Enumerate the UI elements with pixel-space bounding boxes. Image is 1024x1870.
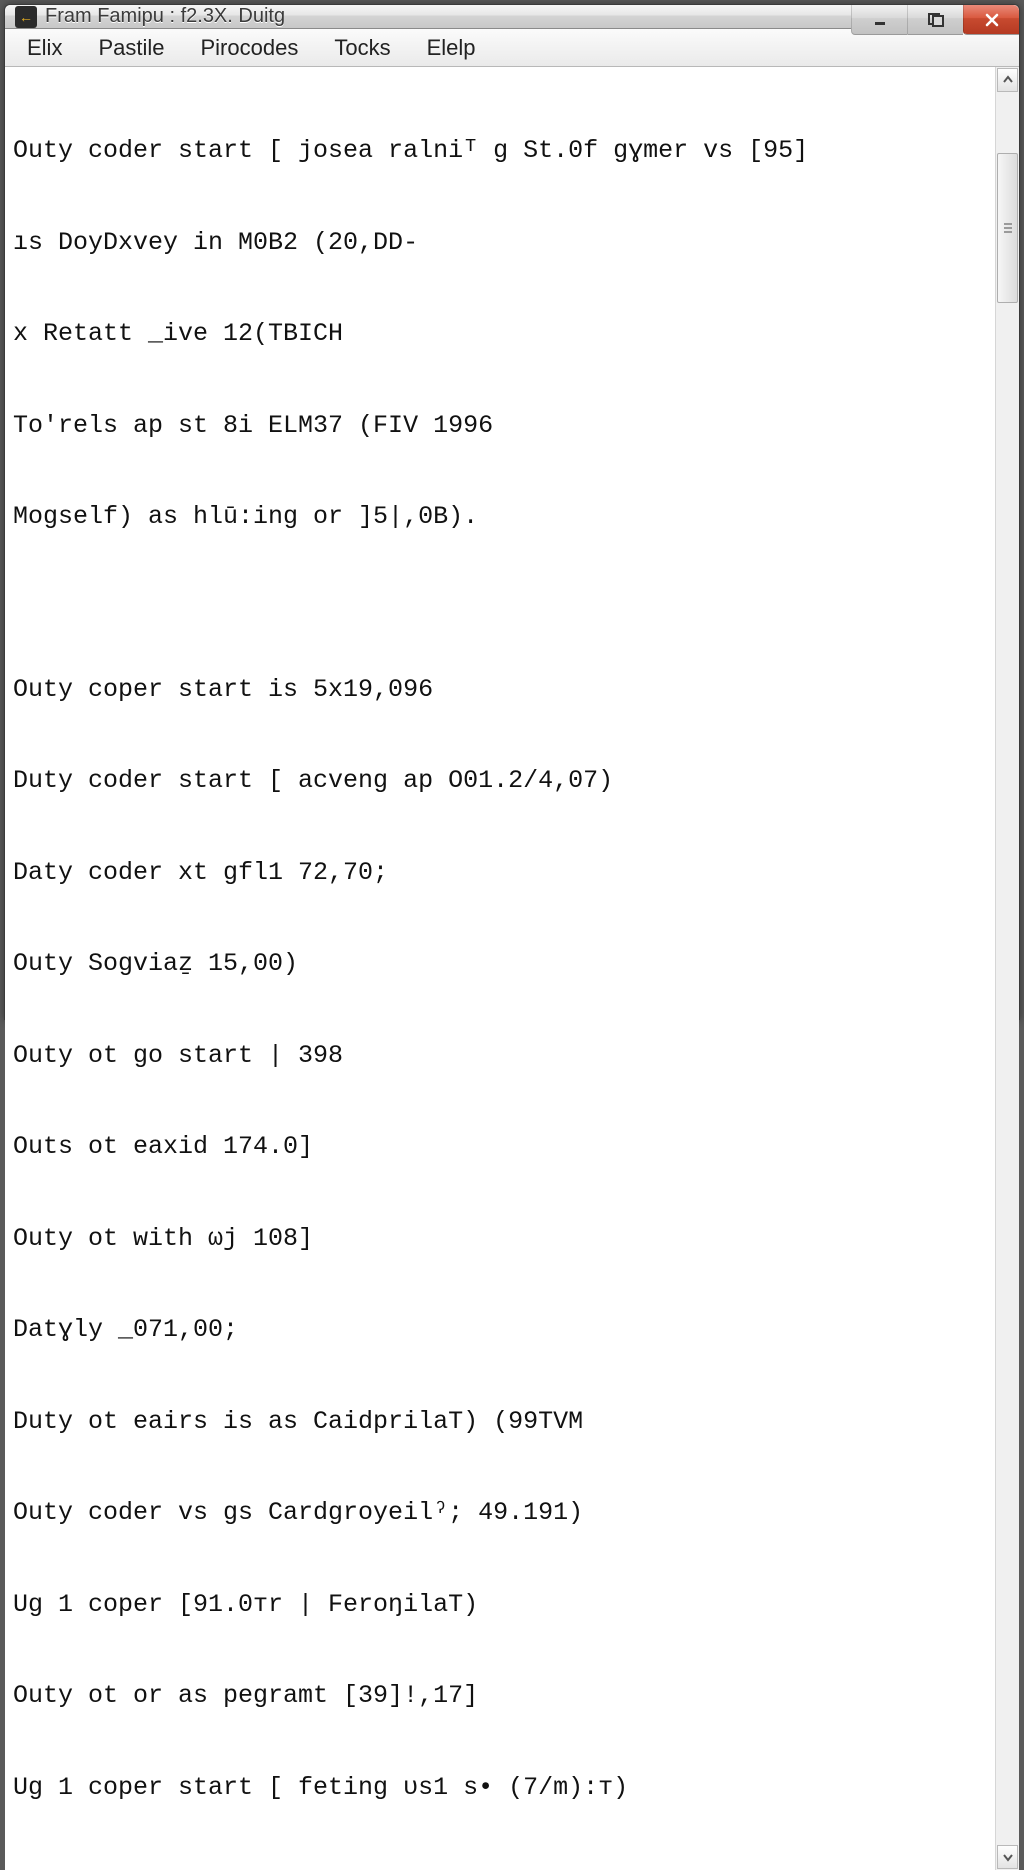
scroll-up-button[interactable] [997,68,1018,92]
output-line: Outy Sogviaẕ 15,00) [13,949,989,980]
menu-label: Pastile [98,35,164,61]
vertical-scrollbar[interactable] [995,67,1019,1870]
scroll-track[interactable] [997,93,1018,1844]
output-line: Outy coder vs gs Cardgroyeilˀ; 49.191) [13,1498,989,1529]
output-line: Mogself) as hlū:ing or ]5|,0B). [13,502,989,533]
output-line: Outy ot or as peɡramt [39]!,17] [13,1681,989,1712]
output-line: Outy coder start [ josea ralniᵀ g St.0f … [13,136,989,167]
text-output[interactable]: Outy coder start [ josea ralniᵀ g St.0f … [5,67,995,1870]
blank-line [13,594,989,614]
menu-pirocodes[interactable]: Pirocodes [183,29,317,66]
output-line: Outs ot eaxid 174.0] [13,1132,989,1163]
app-icon: ← [15,6,37,28]
output-line: Outy coper start is 5x19,096 [13,675,989,706]
menu-label: Elelp [427,35,476,61]
menu-pastile[interactable]: Pastile [80,29,182,66]
output-line: Duty ot eairs is as CaidprilaT) (99TVM [13,1407,989,1438]
minimize-icon [873,13,887,27]
chevron-up-icon [1003,75,1013,85]
output-line: Duty coder start [ acveng ap O01.2/4,07) [13,766,989,797]
output-line: ıs DoyDxvey in M0B2 (20,DD- [13,228,989,259]
output-line: x Retatt _ive 12(TBICH [13,319,989,350]
chevron-down-icon [1003,1852,1013,1862]
window-title: Fram Famipu : f2.3X. Duitg [45,5,285,28]
menu-label: Pirocodes [201,35,299,61]
close-button[interactable] [963,5,1019,35]
menu-elix[interactable]: Elix [9,29,80,66]
scroll-thumb[interactable] [997,153,1018,303]
app-window: ← Fram Famipu : f2.3X. Duitg Elix Pastil… [4,4,1020,1020]
title-bar[interactable]: ← Fram Famipu : f2.3X. Duitg [5,5,1019,29]
close-icon [984,13,1000,27]
output-line: Ug 1 coper [91.0тr | FeroŋilaT) [13,1590,989,1621]
minimize-button[interactable] [851,5,907,35]
output-line: Outy ot go start | 398 [13,1041,989,1072]
menu-label: Tocks [334,35,390,61]
output-line: Datɣly _071,00; [13,1315,989,1346]
client-area: Outy coder start [ josea ralniᵀ g St.0f … [5,67,1019,1870]
maximize-icon [928,13,944,27]
maximize-button[interactable] [907,5,963,35]
output-line: Outy ot with ωj 108] [13,1224,989,1255]
output-line: To'rels ap st 8i ELM37 (FIV 1996 [13,411,989,442]
menu-elelp[interactable]: Elelp [409,29,494,66]
output-line: Daty coder xt gfl1 72,70; [13,858,989,889]
output-line: Ug 1 coper start [ feting υs1 s• (7/m):т… [13,1773,989,1804]
menu-label: Elix [27,35,62,61]
menu-tocks[interactable]: Tocks [316,29,408,66]
scroll-down-button[interactable] [997,1845,1018,1869]
window-buttons [851,5,1019,35]
